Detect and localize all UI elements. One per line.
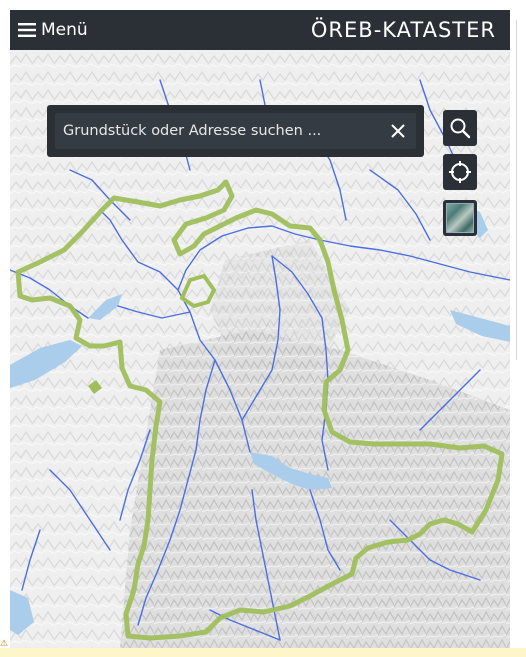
- menu-button[interactable]: Menü: [18, 16, 88, 44]
- notification-bar: [0, 648, 526, 657]
- basemap-thumbnail-icon: [446, 203, 474, 233]
- magnifier-icon: [450, 118, 471, 139]
- search-input[interactable]: [63, 113, 376, 149]
- basemap-switch-button[interactable]: [443, 200, 477, 236]
- side-panel-edge: [516, 20, 526, 360]
- locate-button[interactable]: [443, 154, 477, 190]
- crosshair-icon: [449, 161, 471, 183]
- close-icon[interactable]: [388, 121, 408, 141]
- map-search-button[interactable]: [443, 110, 477, 146]
- app-header: Menü ÖREB-KATASTER: [10, 10, 510, 50]
- search-field-container: [55, 113, 416, 149]
- app-title: ÖREB-KATASTER: [310, 18, 496, 42]
- menu-label: Menü: [41, 20, 88, 40]
- app-window: Menü ÖREB-KATASTER: [10, 10, 510, 648]
- warning-icon: ⚠: [0, 639, 9, 649]
- search-box: [47, 105, 424, 157]
- hamburger-icon: [18, 23, 36, 37]
